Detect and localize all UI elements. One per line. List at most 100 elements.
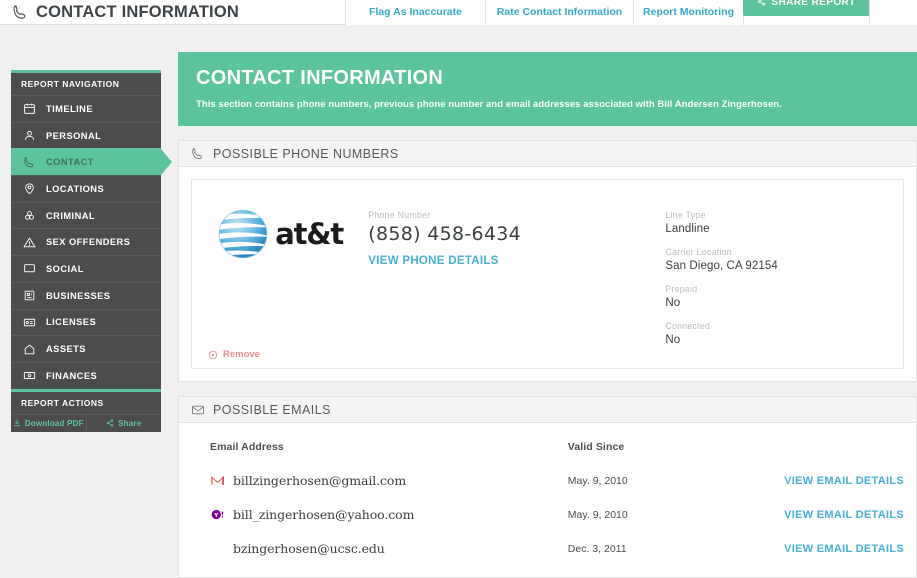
share-button[interactable]: Share (85, 414, 162, 432)
remove-phone-label: Remove (223, 349, 260, 360)
email-address-value: bill_zingerhosen@yahoo.com (233, 506, 415, 522)
emails-panel-title: POSSIBLE EMAILS (213, 402, 331, 417)
calendar-icon (22, 102, 36, 116)
phone-icon (12, 4, 29, 21)
map-pin-icon (22, 182, 36, 196)
warning-icon (22, 235, 36, 249)
sidebar-item-businesses[interactable]: BUSINESSES (11, 281, 161, 309)
toolbar-spacer (869, 0, 917, 25)
tab-rate-contact-information[interactable]: Rate Contact Information (485, 0, 633, 25)
sidebar-item-finances[interactable]: FINANCES (11, 361, 161, 389)
sidebar-item-label: SOCIAL (46, 263, 84, 274)
sidebar-item-locations[interactable]: LOCATIONS (11, 175, 161, 202)
sidebar-item-label: LICENSES (46, 317, 97, 328)
table-row: billzingerhosen@gmail.com May. 9, 2010 V… (191, 463, 904, 497)
sidebar-actions-header: REPORT ACTIONS (11, 388, 161, 414)
valid-since-value: May. 9, 2010 (567, 509, 628, 521)
phone-number-value: (858) 458-6434 (368, 223, 522, 245)
emails-table-header-row: Email Address Valid Since (191, 435, 904, 463)
valid-since-value: May. 9, 2010 (567, 475, 628, 487)
phones-panel-title: POSSIBLE PHONE NUMBERS (213, 146, 399, 161)
sidebar-item-timeline[interactable]: TIMELINE (11, 95, 161, 122)
phone-number-label: Phone Number (368, 210, 431, 220)
gmail-icon (210, 473, 225, 488)
phone-number-cell: Phone Number (858) 458-6434 VIEW PHONE D… (368, 196, 665, 358)
fingerprint-icon (22, 209, 36, 223)
sidebar-item-label: BUSINESSES (46, 290, 111, 301)
building-icon (22, 289, 36, 303)
email-address-cell: billzingerhosen@gmail.com (210, 473, 568, 488)
share-icon (106, 419, 114, 427)
sidebar-item-label: SEX OFFENDERS (46, 237, 131, 248)
sidebar-item-label: CONTACT (46, 157, 94, 168)
sidebar-item-label: LOCATIONS (46, 183, 105, 194)
att-globe-icon (218, 209, 268, 259)
phone-attributes: Line Type Landline Carrier Location San … (665, 196, 903, 358)
sidebar-item-sex-offenders[interactable]: SEX OFFENDERS (11, 228, 161, 256)
tab-flag-as-inaccurate[interactable]: Flag As Inaccurate (345, 0, 485, 25)
sidebar-item-licenses[interactable]: LICENSES (11, 308, 161, 336)
report-navigation-sidebar: REPORT NAVIGATION TIMELINE PERSONAL CONT… (11, 70, 172, 432)
download-pdf-button[interactable]: Download PDF (11, 415, 86, 432)
view-email-details-link[interactable]: VIEW EMAIL DETAILS (784, 475, 904, 487)
view-email-details-link[interactable]: VIEW EMAIL DETAILS (784, 509, 904, 521)
sidebar-item-assets[interactable]: ASSETS (11, 335, 161, 362)
sidebar-item-personal[interactable]: PERSONAL (11, 121, 161, 149)
table-row: Y ! bill_zingerhosen@yahoo.com May. 9, 2… (191, 497, 904, 531)
email-address-cell: Y ! bill_zingerhosen@yahoo.com (210, 507, 568, 522)
hero-title: CONTACT INFORMATION (196, 67, 444, 89)
money-icon (22, 369, 36, 383)
monitor-icon (22, 262, 36, 276)
column-valid-since: Valid Since (567, 441, 625, 453)
possible-phone-numbers-panel: POSSIBLE PHONE NUMBERS at&t Phone Number… (178, 140, 917, 382)
phone-card: at&t Phone Number (858) 458-6434 VIEW PH… (191, 179, 904, 369)
yahoo-icon: Y ! (210, 507, 225, 522)
envelope-icon (191, 403, 205, 417)
home-icon (22, 342, 36, 356)
att-logo: at&t (217, 208, 344, 260)
tab-report-monitoring[interactable]: Report Monitoring (633, 0, 743, 25)
remove-circle-icon (208, 350, 218, 360)
email-address-cell: bzingerhosen@ucsc.edu (210, 541, 568, 556)
emails-panel-header: POSSIBLE EMAILS (179, 397, 916, 423)
share-report-container: SHARE REPORT (743, 0, 870, 25)
email-address-value: bzingerhosen@ucsc.edu (233, 540, 385, 556)
page-title: CONTACT INFORMATION (36, 2, 239, 21)
connected-value: No (665, 334, 681, 346)
share-label: Share (118, 418, 142, 428)
svg-text:!: ! (221, 510, 224, 519)
valid-since-value: Dec. 3, 2011 (567, 543, 627, 555)
page-body: REPORT NAVIGATION TIMELINE PERSONAL CONT… (0, 26, 917, 578)
view-email-details-link[interactable]: VIEW EMAIL DETAILS (784, 543, 904, 555)
phone-icon (22, 155, 36, 169)
emails-panel-body: Email Address Valid Since billzingerhose… (179, 423, 916, 577)
hero-description: This section contains phone numbers, pre… (196, 99, 782, 110)
column-actions (784, 435, 904, 463)
column-email-address: Email Address (210, 441, 284, 453)
sidebar-item-contact[interactable]: CONTACT (11, 148, 172, 176)
share-report-button[interactable]: SHARE REPORT (743, 0, 870, 16)
remove-phone-button[interactable]: Remove (208, 349, 260, 360)
emails-table: Email Address Valid Since billzingerhose… (191, 435, 904, 565)
page-title-group: CONTACT INFORMATION (0, 0, 345, 25)
main-content: CONTACT INFORMATION This section contain… (178, 52, 917, 578)
sidebar-item-label: CRIMINAL (46, 210, 96, 221)
sidebar-item-label: PERSONAL (46, 130, 102, 141)
sidebar-item-label: FINANCES (46, 370, 98, 381)
email-address-value: billzingerhosen@gmail.com (233, 472, 407, 488)
prepaid-label: Prepaid (665, 284, 698, 294)
line-type-value: Landline (665, 223, 710, 235)
sidebar-item-social[interactable]: SOCIAL (11, 255, 161, 282)
att-wordmark: at&t (275, 216, 344, 251)
prepaid-value: No (665, 297, 681, 309)
top-toolbar: CONTACT INFORMATION Flag As Inaccurate R… (0, 0, 917, 25)
carrier-location-label: Carrier Location (665, 247, 732, 257)
table-row: bzingerhosen@ucsc.edu Dec. 3, 2011 VIEW … (191, 531, 904, 565)
id-card-icon (22, 315, 36, 329)
possible-emails-panel: POSSIBLE EMAILS Email Address Valid Sinc… (178, 396, 917, 578)
connected-field: Connected No (665, 321, 810, 346)
sidebar-item-criminal[interactable]: CRIMINAL (11, 201, 161, 229)
carrier-location-value: San Diego, CA 92154 (665, 260, 778, 272)
view-phone-details-link[interactable]: VIEW PHONE DETAILS (368, 255, 498, 267)
download-icon (13, 419, 21, 427)
